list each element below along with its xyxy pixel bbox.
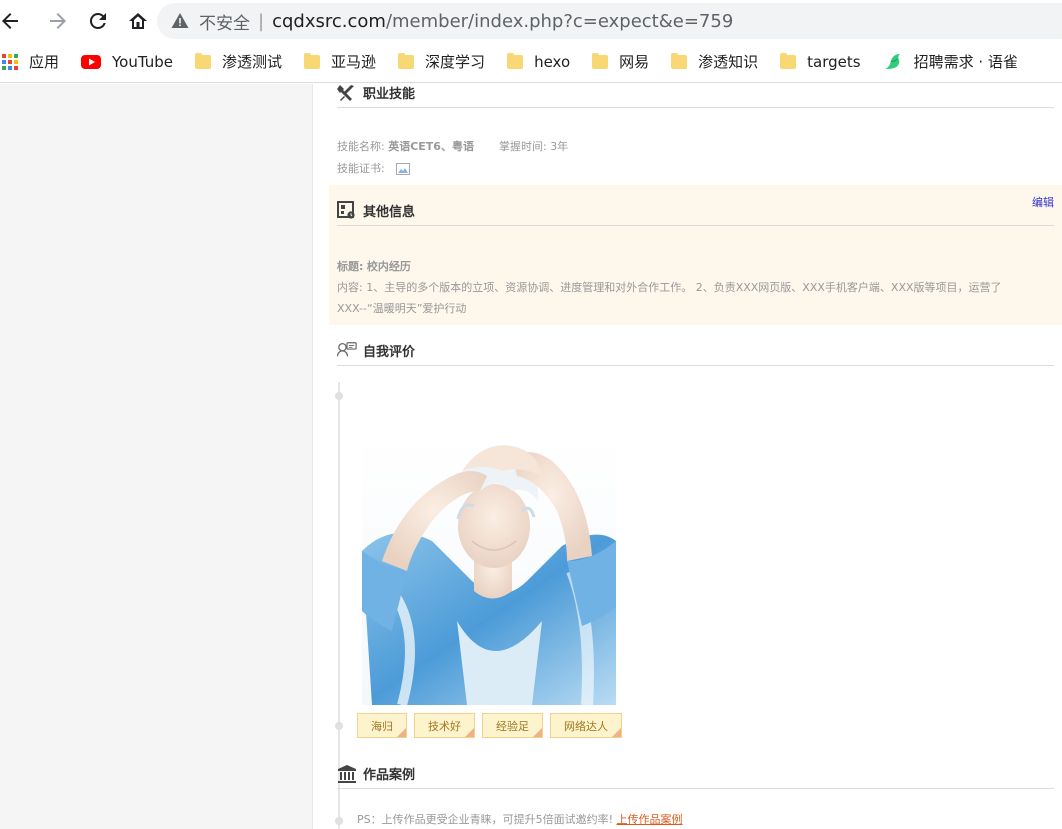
broken-image-icon <box>396 163 411 175</box>
bookmark-label: targets <box>807 52 861 71</box>
security-label: 不安全 <box>199 13 250 34</box>
works-ps-row: PS：上传作品更受企业青睐，可提升5倍面试邀约率! 上传作品案例 <box>357 811 683 827</box>
skills-section-header: 职业技能 <box>337 78 1054 108</box>
tools-icon <box>337 83 357 103</box>
tag-item[interactable]: 海归 <box>357 713 407 738</box>
self-eval-tags: 海归 技术好 经验足 网络达人 <box>357 713 629 738</box>
arrow-left-icon <box>2 12 18 29</box>
skill-name-value: 英语CET6、粤语 <box>388 140 474 153</box>
url-path: /member/index.php?c=expect&e=759 <box>385 10 734 32</box>
warning-icon <box>171 13 189 28</box>
arrow-right-icon <box>50 12 66 29</box>
skill-time-value: 3年 <box>550 140 569 153</box>
bookmark-label: 应用 <box>29 53 60 71</box>
folder-icon <box>592 52 609 69</box>
youtube-icon <box>81 54 102 69</box>
timeline-dot <box>335 392 343 400</box>
folder-icon <box>671 52 688 69</box>
timeline-dot <box>335 722 343 730</box>
timeline-dot <box>335 817 343 825</box>
other-heading-value: 校内经历 <box>366 260 411 273</box>
home-icon <box>129 12 147 29</box>
skills-title: 职业技能 <box>363 87 416 102</box>
bookmark-folder-amazon[interactable]: 亚马逊 <box>304 51 376 72</box>
tag-item[interactable]: 技术好 <box>414 713 475 738</box>
home-button[interactable] <box>118 1 158 41</box>
forward-button[interactable] <box>38 1 78 41</box>
bookmark-yuque[interactable]: 招聘需求 · 语雀 <box>883 51 1018 72</box>
reload-icon <box>89 12 106 29</box>
self-eval-title: 自我评价 <box>363 345 416 360</box>
bookmark-label: 渗透知识 <box>698 53 759 71</box>
bookmark-label: 深度学习 <box>425 53 486 71</box>
bookmark-folder-hexo[interactable]: hexo <box>507 52 571 71</box>
url-host: cqdxsrc.com <box>272 10 386 32</box>
works-title: 作品案例 <box>363 768 416 783</box>
bookmark-label: hexo <box>534 52 571 71</box>
yuque-bird-icon <box>883 53 903 71</box>
person-comment-icon <box>337 341 357 361</box>
other-content-line2: XXX--“温暖明天”爱护行动 <box>337 302 467 315</box>
folder-icon <box>398 52 415 69</box>
self-eval-illustration <box>362 431 616 705</box>
folder-icon <box>195 52 212 69</box>
resume-main: 职业技能 技能名称: 英语CET6、粤语 掌握时间: 3年 技能证书: 编辑 其… <box>313 84 1062 829</box>
security-separator: | <box>258 10 265 32</box>
self-eval-header: 自我评价 <box>337 336 1054 366</box>
skill-cert-row: 技能证书: <box>337 160 411 176</box>
reload-button[interactable] <box>78 1 118 41</box>
works-section-header: 作品案例 <box>337 759 1054 789</box>
bookmark-folder-targets[interactable]: targets <box>780 52 861 71</box>
skill-name-label: 技能名称: <box>337 140 385 153</box>
bookmark-folder-pentest-knowledge[interactable]: 渗透知识 <box>671 51 758 72</box>
other-info-section: 编辑 其他信息 标题: 校内经历 内容: 1、主导的多个版本的立项、资源协调、进… <box>329 185 1062 325</box>
skill-name-row: 技能名称: 英语CET6、粤语 掌握时间: 3年 <box>337 138 568 154</box>
bookmark-youtube[interactable]: YouTube <box>81 53 173 71</box>
bookmark-folder-netease[interactable]: 网易 <box>592 51 649 72</box>
bookmark-label: 招聘需求 · 语雀 <box>913 53 1018 71</box>
bookmark-apps[interactable]: 应用 <box>2 51 59 72</box>
tag-item[interactable]: 网络达人 <box>550 713 622 738</box>
info-card-icon <box>337 200 357 221</box>
skill-time-label: 掌握时间: <box>498 140 547 153</box>
folder-icon <box>507 52 524 69</box>
bookmarks-bar: 应用 YouTube 渗透测试 亚马逊 深度学习 hexo 网易 渗透知识 ta… <box>0 41 1062 83</box>
other-heading-row: 标题: 校内经历 <box>337 258 411 274</box>
upload-works-link[interactable]: 上传作品案例 <box>617 813 683 826</box>
other-info-title: 其他信息 <box>363 205 416 220</box>
bookmark-folder-deeplearning[interactable]: 深度学习 <box>398 51 485 72</box>
folder-icon <box>780 52 797 69</box>
skill-cert-label: 技能证书: <box>337 162 385 175</box>
bookmark-label: 网易 <box>619 53 650 71</box>
folder-icon <box>304 52 321 69</box>
bookmark-folder-pentest[interactable]: 渗透测试 <box>195 51 282 72</box>
other-info-header: 其他信息 <box>337 196 1054 226</box>
other-heading-label: 标题: <box>337 260 364 273</box>
bookmark-label: 亚马逊 <box>331 53 377 71</box>
bookmark-label: YouTube <box>112 52 174 71</box>
back-button[interactable] <box>0 1 30 41</box>
browser-toolbar: 不安全 | cqdxsrc.com/member/index.php?c=exp… <box>0 0 1062 41</box>
bookmark-label: 渗透测试 <box>222 53 283 71</box>
tag-item[interactable]: 经验足 <box>482 713 543 738</box>
other-content-line1: 内容: 1、主导的多个版本的立项、资源协调、进度管理和对外合作工作。 2、负责X… <box>337 281 1002 294</box>
works-ps-text: PS：上传作品更受企业青睐，可提升5倍面试邀约率! <box>357 813 614 826</box>
apps-grid-icon <box>2 53 18 70</box>
left-sidebar <box>0 84 313 829</box>
address-bar[interactable]: 不安全 | cqdxsrc.com/member/index.php?c=exp… <box>157 3 1062 39</box>
museum-icon <box>337 764 357 784</box>
